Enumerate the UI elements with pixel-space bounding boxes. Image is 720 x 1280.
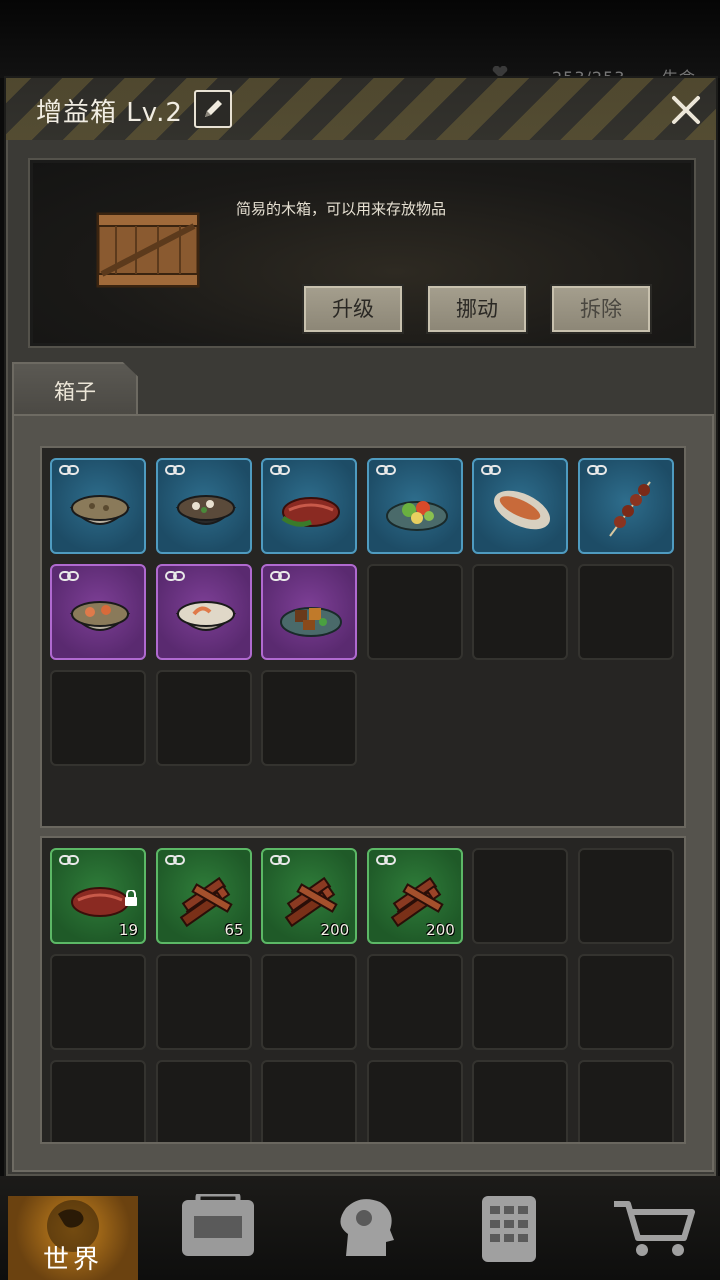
nav-backpack[interactable] <box>168 1191 288 1280</box>
empty-slot[interactable] <box>155 670 252 766</box>
box-storage-grid <box>40 446 686 828</box>
nav-phone[interactable] <box>460 1194 580 1280</box>
bottom-nav: 世界 <box>0 1176 720 1280</box>
salad-icon <box>385 501 448 531</box>
empty-slot[interactable] <box>472 954 569 1050</box>
empty-slot[interactable] <box>50 954 146 1050</box>
item-slot[interactable]: 65 <box>155 848 252 944</box>
phone-keypad-icon <box>482 1196 536 1262</box>
link-icon <box>59 855 79 865</box>
link-icon <box>164 571 185 581</box>
link-icon <box>587 465 607 475</box>
rename-button[interactable] <box>194 90 232 128</box>
link-icon <box>270 465 291 475</box>
item-count: 200 <box>320 921 350 939</box>
item-count: 200 <box>426 921 455 939</box>
item-count: 65 <box>224 921 244 939</box>
item-slot[interactable]: 200 <box>366 848 463 944</box>
link-icon <box>59 465 79 475</box>
empty-slot[interactable] <box>261 670 358 766</box>
content-frame: 19 65 200 200 <box>12 414 714 1172</box>
demolish-button[interactable]: 拆除 <box>550 284 652 334</box>
stew-pot-icon <box>175 495 236 525</box>
shopping-cart-icon <box>614 1201 695 1256</box>
seafood-soup-icon <box>69 601 131 631</box>
item-count: 19 <box>118 921 138 939</box>
empty-slot[interactable] <box>366 1060 463 1142</box>
item-description: 简易的木箱，可以用来存放物品 <box>236 200 447 218</box>
meat-skewer-icon <box>609 481 651 537</box>
item-slot[interactable] <box>261 564 358 660</box>
backpack-icon <box>182 1191 254 1256</box>
nav-world[interactable]: 世界 <box>8 1196 138 1280</box>
dialog-title-bar: 增益箱 Lv.2 <box>6 78 716 140</box>
dialog-title: 增益箱 Lv.2 <box>36 98 183 128</box>
inventory-grid: 19 65 200 200 <box>40 836 686 1144</box>
status-bar: 253/253 生命 <box>0 0 720 87</box>
item-slot[interactable] <box>50 458 146 554</box>
link-icon <box>59 571 79 581</box>
nav-skills[interactable] <box>316 1194 436 1280</box>
lock-icon <box>125 890 137 906</box>
item-slot[interactable] <box>261 458 358 554</box>
item-slot[interactable] <box>578 458 674 554</box>
item-slot[interactable] <box>50 564 146 660</box>
grilled-fish-icon <box>494 490 551 530</box>
empty-slot[interactable] <box>261 1060 358 1142</box>
item-slot[interactable]: 19 <box>50 848 146 944</box>
fried-meat-icon <box>280 607 343 637</box>
item-slot[interactable] <box>155 564 252 660</box>
item-slot[interactable] <box>472 458 569 554</box>
link-icon <box>375 855 396 865</box>
wooden-crate-icon <box>96 212 200 288</box>
link-icon <box>375 465 396 475</box>
empty-slot[interactable] <box>578 564 674 660</box>
empty-slot[interactable] <box>50 1060 146 1142</box>
shrimp-soup-icon <box>175 601 236 631</box>
empty-slot[interactable] <box>366 954 463 1050</box>
nav-world-label: 世界 <box>42 1245 103 1275</box>
steak-icon <box>281 497 341 527</box>
empty-slot[interactable] <box>155 1060 252 1142</box>
link-icon <box>270 571 291 581</box>
storage-dialog: 增益箱 Lv.2 简易的木箱，可以用来存放物品 升级 挪动 拆除 箱子 19 6… <box>4 76 718 1178</box>
link-icon <box>164 465 185 475</box>
item-slot[interactable] <box>366 458 463 554</box>
info-panel: 简易的木箱，可以用来存放物品 升级 挪动 拆除 <box>28 158 696 348</box>
empty-slot[interactable] <box>155 954 252 1050</box>
link-icon <box>270 855 291 865</box>
empty-slot[interactable] <box>578 848 674 944</box>
empty-slot[interactable] <box>50 670 146 766</box>
upgrade-button[interactable]: 升级 <box>302 284 404 334</box>
head-gear-icon <box>340 1199 394 1256</box>
pencil-icon <box>205 100 222 117</box>
empty-slot[interactable] <box>472 1060 569 1142</box>
close-icon[interactable] <box>668 92 704 128</box>
empty-slot[interactable] <box>578 1060 674 1142</box>
link-icon <box>164 855 185 865</box>
empty-slot[interactable] <box>472 848 569 944</box>
empty-slot[interactable] <box>578 954 674 1050</box>
empty-slot[interactable] <box>261 954 358 1050</box>
item-slot[interactable]: 200 <box>261 848 358 944</box>
move-button[interactable]: 挪动 <box>426 284 528 334</box>
empty-slot[interactable] <box>472 564 569 660</box>
nav-shop[interactable] <box>604 1194 720 1280</box>
tab-box[interactable]: 箱子 <box>12 362 138 418</box>
mushroom-soup-icon <box>69 495 131 525</box>
empty-slot[interactable] <box>366 564 463 660</box>
item-slot[interactable] <box>155 458 252 554</box>
link-icon <box>481 465 502 475</box>
